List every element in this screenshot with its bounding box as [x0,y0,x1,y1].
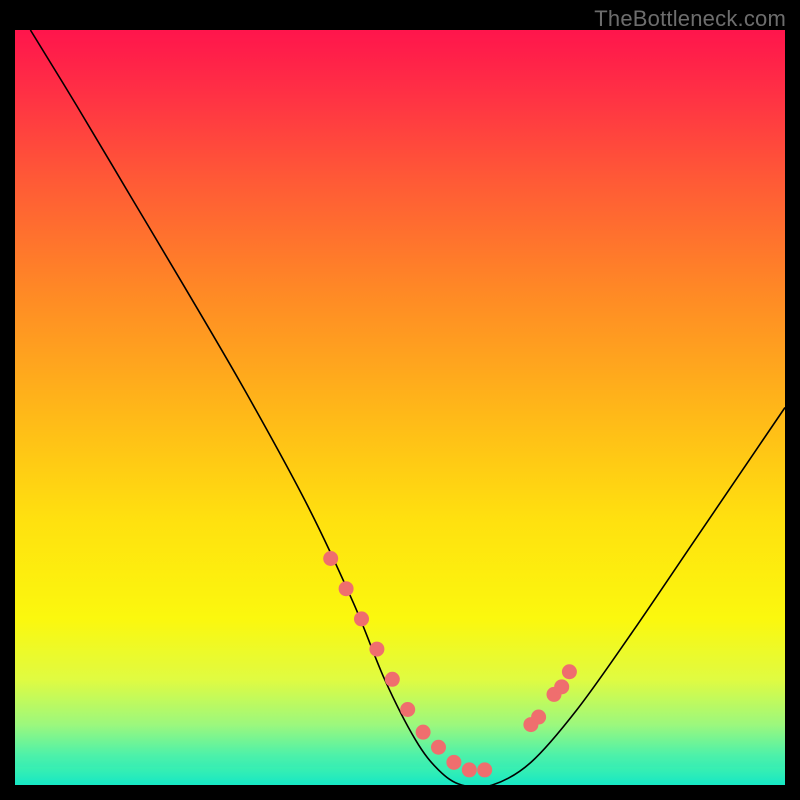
highlight-dot [400,702,415,717]
plot-area [15,30,785,785]
highlight-dot [477,762,492,777]
watermark-text: TheBottleneck.com [594,6,786,32]
highlight-dot [446,755,461,770]
bottleneck-curve [30,30,785,787]
chart-frame: TheBottleneck.com [0,0,800,800]
highlight-dot [323,551,338,566]
highlight-dot [554,679,569,694]
highlight-dot [354,611,369,626]
highlight-dot [562,664,577,679]
highlight-dot [531,710,546,725]
chart-overlay [15,30,785,785]
highlight-dot [369,642,384,657]
highlight-dot [431,740,446,755]
highlight-dot [385,672,400,687]
highlight-dot [339,581,354,596]
highlight-dot [416,725,431,740]
highlight-dots [323,551,577,777]
highlight-dot [462,762,477,777]
